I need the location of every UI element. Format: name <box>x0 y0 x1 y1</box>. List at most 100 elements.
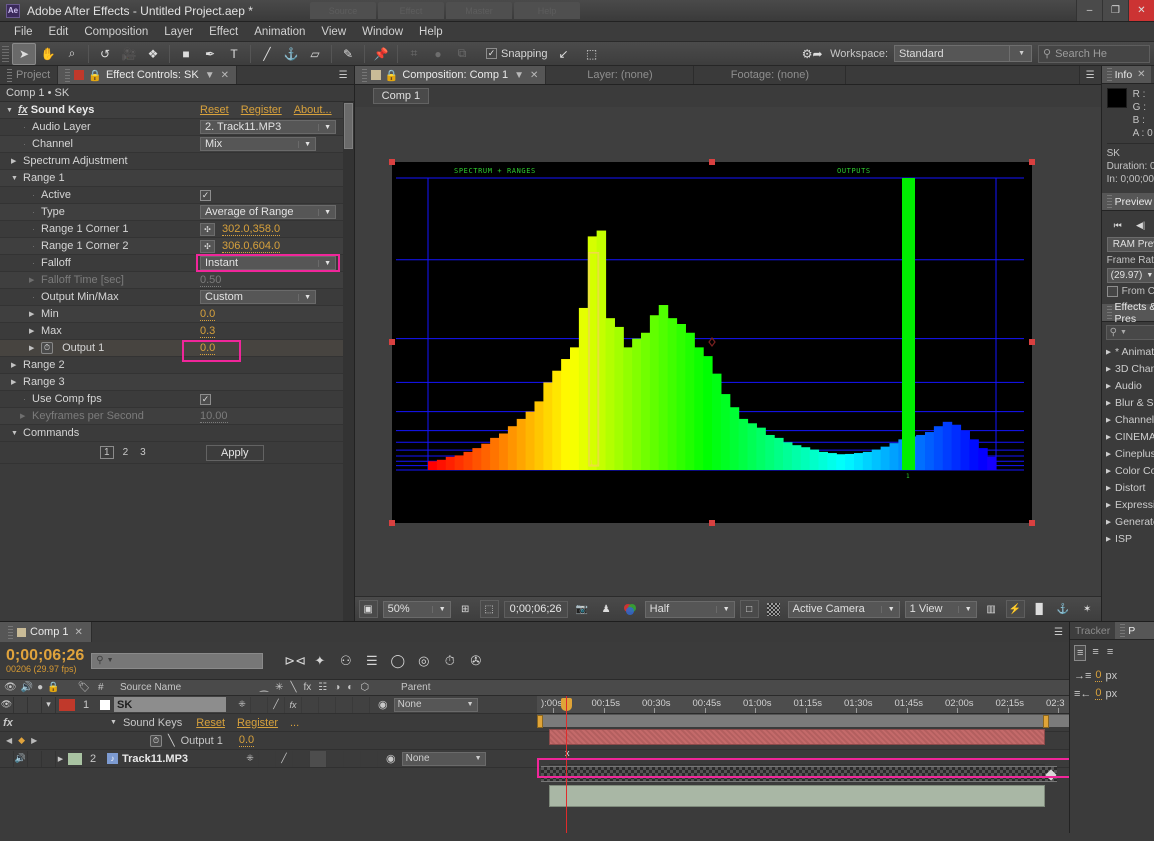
property-row-output-min-max[interactable]: · Output Min/Max Custom ▼ <box>0 289 354 306</box>
rotation-tool[interactable]: ↺ <box>93 43 117 65</box>
panel-menu-icon[interactable]: ☰ <box>1048 622 1069 642</box>
effects-category-item[interactable]: ▶ Cineplus <box>1106 445 1154 462</box>
close-icon[interactable]: ✕ <box>1137 69 1145 80</box>
previous-keyframe-icon[interactable]: ◀ <box>6 736 12 745</box>
selection-tool[interactable]: ➤ <box>12 42 36 65</box>
current-time-display[interactable]: 0;00;06;26 00206 (29.97 fps) <box>6 647 84 674</box>
channel-dropdown[interactable]: Mix ▼ <box>200 137 316 151</box>
chevron-right-icon[interactable]: ▶ <box>1106 484 1111 492</box>
close-icon[interactable]: ✕ <box>75 627 83 638</box>
eraser-tool[interactable]: ▱ <box>303 43 327 65</box>
quality-icon[interactable]: ╱ <box>276 750 293 767</box>
property-row-type[interactable]: · Type Average of Range ▼ <box>0 204 354 221</box>
property-row-falloff-time-sec-[interactable]: ▶ Falloff Time [sec] 0.50 <box>0 272 354 289</box>
hand-tool[interactable]: ✋ <box>36 43 60 65</box>
menu-effect[interactable]: Effect <box>201 24 246 40</box>
effect-controls-scrollbar[interactable] <box>342 102 354 621</box>
selection-handle[interactable] <box>1028 520 1035 526</box>
adjustment-toggle[interactable] <box>344 750 361 767</box>
transparency-grid-icon[interactable] <box>764 600 783 618</box>
point-picker-icon[interactable]: ✣ <box>200 239 215 253</box>
align-right-icon[interactable]: ≡ <box>1105 645 1115 661</box>
frame-blend-toggle[interactable] <box>302 696 319 713</box>
timeline-icon[interactable]: ▥ <box>982 600 1001 618</box>
menu-edit[interactable]: Edit <box>41 24 77 40</box>
chevron-right-icon[interactable]: ▶ <box>11 361 20 369</box>
next-keyframe-icon[interactable]: ▶ <box>31 736 37 745</box>
chevron-right-icon[interactable]: ▶ <box>1106 450 1111 458</box>
motion-blur-toggle[interactable] <box>319 696 336 713</box>
lock-icon[interactable]: 🔒 <box>385 69 399 82</box>
close-button[interactable]: ✕ <box>1128 0 1154 21</box>
solo-toggle[interactable] <box>28 750 42 767</box>
tab-preview[interactable]: Preview ✕ <box>1101 193 1154 210</box>
property-row-range-3[interactable]: ▶ Range 3 <box>0 374 354 391</box>
tab-layer[interactable]: Layer: (none) <box>546 66 695 84</box>
frame-rate-dropdown[interactable]: (29.97) ▼ <box>1106 268 1154 283</box>
adjustment-icon[interactable]: ◐ <box>347 682 353 693</box>
chevron-right-icon[interactable]: ▶ <box>1106 365 1111 373</box>
menu-layer[interactable]: Layer <box>156 24 201 40</box>
effects-icon[interactable]: fx <box>303 682 311 693</box>
effects-category-item[interactable]: ▶ ISP <box>1106 530 1154 547</box>
effects-category-item[interactable]: ▶ CINEMA 4D <box>1106 428 1154 445</box>
tab-footage[interactable]: Footage: (none) <box>694 66 847 84</box>
effects-search-input[interactable]: ⚲ ▼ <box>1105 325 1154 340</box>
keyframe-marker[interactable] <box>1045 769 1057 781</box>
tab-composition[interactable]: 🔒 Composition: Comp 1 ▼ ✕ <box>354 66 547 84</box>
menu-file[interactable]: File <box>6 24 41 40</box>
property-row-active[interactable]: · Active ✓ <box>0 187 354 204</box>
keyframe-graph-icon[interactable]: ╲ <box>168 734 175 747</box>
layer-name[interactable]: Track11.MP3 <box>122 753 232 765</box>
effect-link-0[interactable]: Reset <box>200 104 229 116</box>
property-row-min[interactable]: ▶ Min 0.0 <box>0 306 354 323</box>
composition-mini-flowchart-icon[interactable]: ⊳⊲ <box>284 653 306 669</box>
channel-icon[interactable] <box>621 600 640 618</box>
motion-blur-toggle[interactable] <box>327 750 344 767</box>
reset-exposure-icon[interactable]: ✶ <box>1078 600 1097 618</box>
parent-dropdown[interactable]: None ▼ <box>393 697 478 712</box>
snap-target-icon[interactable]: ↙ <box>552 43 576 65</box>
effects-category-item[interactable]: ▶ Audio <box>1106 377 1154 394</box>
effects-category-item[interactable]: ▶ Generate <box>1106 513 1154 530</box>
keyframe-diamond-icon[interactable]: ◆ <box>18 735 25 746</box>
window-controls[interactable]: – ❐ ✕ <box>1076 0 1154 21</box>
chevron-right-icon[interactable]: ▶ <box>1106 518 1111 526</box>
pen-tool[interactable]: ✒ <box>198 43 222 65</box>
property-value[interactable]: 10.00 <box>200 410 228 423</box>
motion-blur-icon[interactable]: ◯ <box>388 653 407 669</box>
scrollbar-thumb[interactable] <box>343 103 353 149</box>
flowchart-icon[interactable]: ⚓ <box>1054 600 1073 618</box>
eye-toggle[interactable] <box>0 750 14 767</box>
selection-handle[interactable] <box>388 339 395 345</box>
property-row-max[interactable]: ▶ Max 0.3 <box>0 323 354 340</box>
chevron-down-icon[interactable]: ▼ <box>11 175 20 182</box>
property-row-range-1-corner-1[interactable]: · Range 1 Corner 1 ✣ 302.0,358.0 <box>0 221 354 238</box>
frame-blend-toggle[interactable] <box>310 750 327 767</box>
brush-tool[interactable]: ╱ <box>255 43 279 65</box>
chevron-right-icon[interactable]: ▶ <box>29 327 38 335</box>
playhead[interactable] <box>566 696 567 833</box>
align-center-icon[interactable]: ≡ <box>1090 645 1100 661</box>
property-value[interactable]: 306.0,604.0 <box>222 240 281 253</box>
time-ruler[interactable]: ):00s 00:15s 00:30s 00:45s 01:00s 01:15s 01:30… <box>537 696 1069 714</box>
auto-keyframe-icon[interactable]: ⏱ <box>440 653 459 669</box>
3d-layer-icon[interactable]: ⬡ <box>360 682 369 693</box>
menu-composition[interactable]: Composition <box>76 24 156 40</box>
adjustment-toggle[interactable] <box>336 696 353 713</box>
tab-tracker[interactable]: Tracker <box>1070 622 1116 639</box>
preset-3-button[interactable]: 3 <box>137 447 149 458</box>
region-of-interest-icon[interactable]: ⬚ <box>479 600 499 618</box>
3d-layer-toggle[interactable] <box>361 750 378 767</box>
mask-preview-icon[interactable]: □ <box>739 600 759 618</box>
output-min-max-dropdown[interactable]: Custom ▼ <box>200 290 316 304</box>
shy-icon[interactable]: ⁜ <box>234 696 251 713</box>
breadcrumb-comp1[interactable]: Comp 1 <box>372 88 430 104</box>
timeline-graph-area[interactable]: ):00s 00:15s 00:30s 00:45s 01:00s 01:15s 01:30… <box>537 696 1069 833</box>
camera-view-dropdown[interactable]: Active Camera ▼ <box>787 600 900 618</box>
solo-icon[interactable]: ● <box>37 682 43 693</box>
effects-category-item[interactable]: ▶ Color Correc <box>1106 462 1154 479</box>
tab-audio[interactable]: Aud <box>1150 66 1154 83</box>
shy-icon[interactable]: ⁔ <box>260 682 268 693</box>
effect-link-2[interactable]: About... <box>294 104 332 116</box>
